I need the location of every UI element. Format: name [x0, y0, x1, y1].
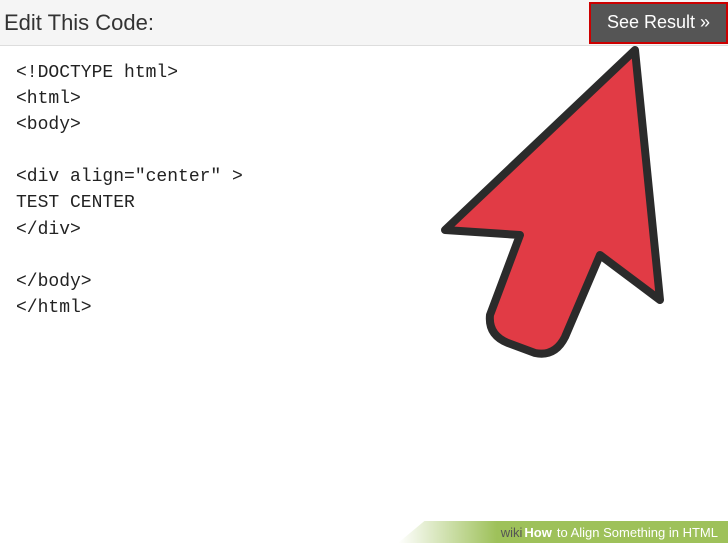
watermark-article: to Align Something in HTML — [557, 525, 718, 540]
editor-header: Edit This Code: See Result » — [0, 0, 728, 46]
see-result-button[interactable]: See Result » — [589, 2, 728, 44]
watermark-prefix: wiki — [501, 525, 523, 540]
watermark-brand: How — [524, 525, 551, 540]
editor-title: Edit This Code: — [4, 10, 154, 36]
code-editor[interactable]: <!DOCTYPE html> <html> <body> <div align… — [0, 46, 728, 335]
watermark: wikiHow to Align Something in HTML — [501, 525, 718, 540]
